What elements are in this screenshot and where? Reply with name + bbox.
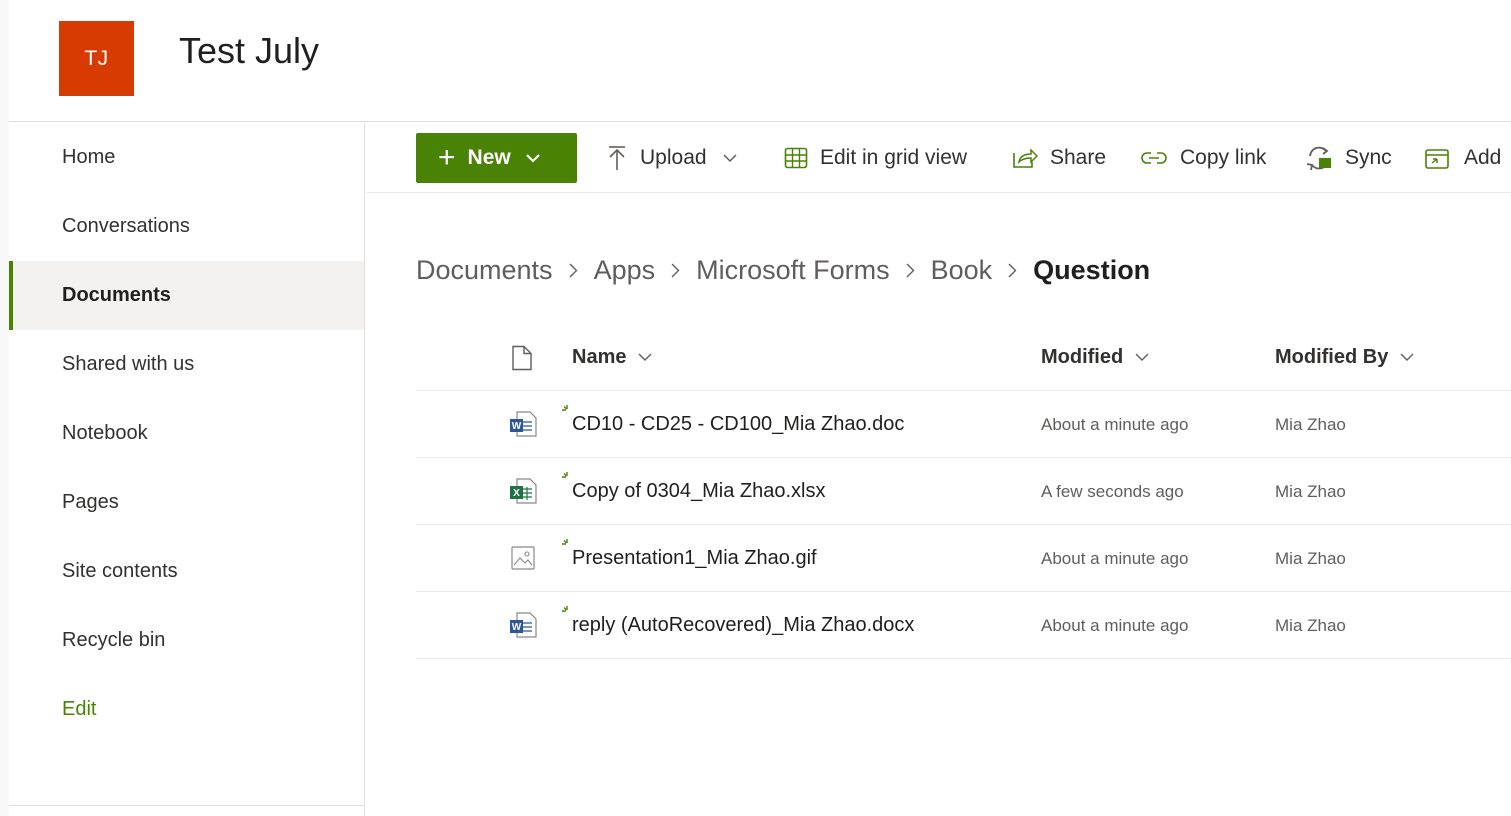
nav-item-label: Shared with us	[62, 353, 195, 375]
nav-item-label: Notebook	[62, 422, 148, 444]
chevron-down-icon	[1400, 353, 1414, 362]
modified-by[interactable]: Mia Zhao	[1275, 592, 1346, 659]
chevron-down-icon	[1135, 353, 1149, 362]
chevron-right-icon	[906, 263, 915, 278]
copy-link-label: Copy link	[1180, 146, 1267, 169]
breadcrumb-item-book[interactable]: Book	[931, 255, 993, 286]
chevron-right-icon	[671, 263, 680, 278]
table-row[interactable]: X Copy of 0304_Mia Zhao.xlsx A few secon…	[416, 458, 1511, 525]
document-list: Name Modified Modified By W CD10 - CD25 …	[416, 324, 1511, 659]
sync-button[interactable]: Sync	[1305, 133, 1392, 183]
column-header-modified-label: Modified	[1041, 346, 1124, 368]
site-title[interactable]: Test July	[179, 30, 319, 72]
svg-text:X: X	[513, 488, 520, 499]
nav-item-notebook[interactable]: Notebook	[9, 399, 364, 468]
nav-item-shared-with-us[interactable]: Shared with us	[9, 330, 364, 399]
new-button-label: New	[467, 146, 511, 169]
nav-item-label: Home	[62, 146, 116, 168]
sync-label: Sync	[1345, 146, 1392, 169]
add-shortcut-label: Add	[1464, 146, 1502, 169]
chevron-down-icon	[525, 153, 541, 163]
svg-text:W: W	[512, 622, 522, 633]
nav-edit-label: Edit	[62, 698, 97, 720]
breadcrumb-item-apps[interactable]: Apps	[594, 255, 656, 286]
site-logo-initials: TJ	[84, 46, 109, 70]
add-shortcut-icon	[1424, 145, 1452, 171]
breadcrumb-current-folder: Question	[1033, 254, 1151, 285]
modified-by[interactable]: Mia Zhao	[1275, 458, 1346, 525]
new-button[interactable]: + New	[416, 133, 577, 183]
nav-item-documents[interactable]: Documents	[9, 261, 364, 330]
edit-in-grid-view-label: Edit in grid view	[820, 146, 968, 169]
link-icon	[1140, 150, 1168, 166]
share-icon	[1012, 147, 1038, 169]
nav-edit-link[interactable]: Edit	[9, 675, 364, 744]
modified-date: A few seconds ago	[1041, 481, 1184, 501]
chevron-down-icon	[638, 353, 652, 362]
left-gutter	[0, 0, 9, 816]
column-header-modified-by-label: Modified By	[1275, 346, 1389, 368]
left-navigation: Home Conversations Documents Shared with…	[9, 123, 365, 816]
nav-item-home[interactable]: Home	[9, 123, 364, 192]
nav-item-label: Recycle bin	[62, 629, 166, 651]
word-file-icon: W	[508, 409, 538, 439]
modified-date: About a minute ago	[1041, 414, 1189, 434]
breadcrumb-item-documents[interactable]: Documents	[416, 255, 553, 286]
file-name-link[interactable]: reply (AutoRecovered)_Mia Zhao.docx	[572, 592, 914, 659]
table-row[interactable]: W reply (AutoRecovered)_Mia Zhao.docx Ab…	[416, 592, 1511, 659]
site-header: TJ Test July	[9, 0, 1511, 122]
table-row[interactable]: Presentation1_Mia Zhao.gif About a minut…	[416, 525, 1511, 592]
svg-text:W: W	[512, 421, 522, 432]
column-header-name[interactable]: Name	[572, 324, 652, 391]
command-bar: + New Upload Edit in grid view Share Cop…	[366, 123, 1511, 193]
column-header-name-label: Name	[572, 346, 627, 368]
file-name-link[interactable]: Presentation1_Mia Zhao.gif	[572, 525, 817, 592]
file-name-link[interactable]: CD10 - CD25 - CD100_Mia Zhao.doc	[572, 391, 904, 458]
nav-item-site-contents[interactable]: Site contents	[9, 537, 364, 606]
nav-item-label: Conversations	[62, 215, 190, 237]
modified-date: About a minute ago	[1041, 548, 1189, 568]
list-header: Name Modified Modified By	[416, 324, 1511, 391]
file-type-column-icon[interactable]	[511, 324, 533, 391]
upload-label: Upload	[640, 146, 707, 169]
nav-item-label: Pages	[62, 491, 119, 513]
nav-item-pages[interactable]: Pages	[9, 468, 364, 537]
modified-date: About a minute ago	[1041, 615, 1189, 635]
chevron-right-icon	[569, 263, 578, 278]
word-file-icon: W	[508, 610, 538, 640]
nav-item-recycle-bin[interactable]: Recycle bin	[9, 606, 364, 675]
copy-link-button[interactable]: Copy link	[1140, 133, 1266, 183]
breadcrumb: Documents Apps Microsoft Forms Book Ques…	[416, 250, 1150, 290]
share-button[interactable]: Share	[1012, 133, 1106, 183]
file-name-link[interactable]: Copy of 0304_Mia Zhao.xlsx	[572, 458, 825, 525]
plus-icon: +	[438, 141, 456, 174]
image-file-icon	[508, 543, 538, 573]
site-logo[interactable]: TJ	[59, 21, 134, 96]
add-shortcut-button[interactable]: Add	[1424, 133, 1501, 183]
sync-icon	[1305, 144, 1333, 172]
excel-file-icon: X	[508, 476, 538, 506]
modified-by[interactable]: Mia Zhao	[1275, 525, 1346, 592]
nav-item-label: Documents	[62, 284, 171, 306]
nav-divider	[9, 805, 364, 806]
chevron-down-icon	[723, 153, 737, 163]
nav-item-conversations[interactable]: Conversations	[9, 192, 364, 261]
chevron-right-icon	[1008, 263, 1017, 278]
breadcrumb-item-microsoft-forms[interactable]: Microsoft Forms	[696, 255, 890, 286]
column-header-modified-by[interactable]: Modified By	[1275, 324, 1414, 391]
share-label: Share	[1050, 146, 1107, 169]
modified-by[interactable]: Mia Zhao	[1275, 391, 1346, 458]
nav-item-label: Site contents	[62, 560, 178, 582]
upload-button[interactable]: Upload	[606, 133, 737, 183]
grid-icon	[784, 147, 808, 169]
table-row[interactable]: W CD10 - CD25 - CD100_Mia Zhao.doc About…	[416, 391, 1511, 458]
upload-icon	[606, 145, 628, 171]
column-header-modified[interactable]: Modified	[1041, 324, 1149, 391]
edit-in-grid-view-button[interactable]: Edit in grid view	[784, 133, 967, 183]
